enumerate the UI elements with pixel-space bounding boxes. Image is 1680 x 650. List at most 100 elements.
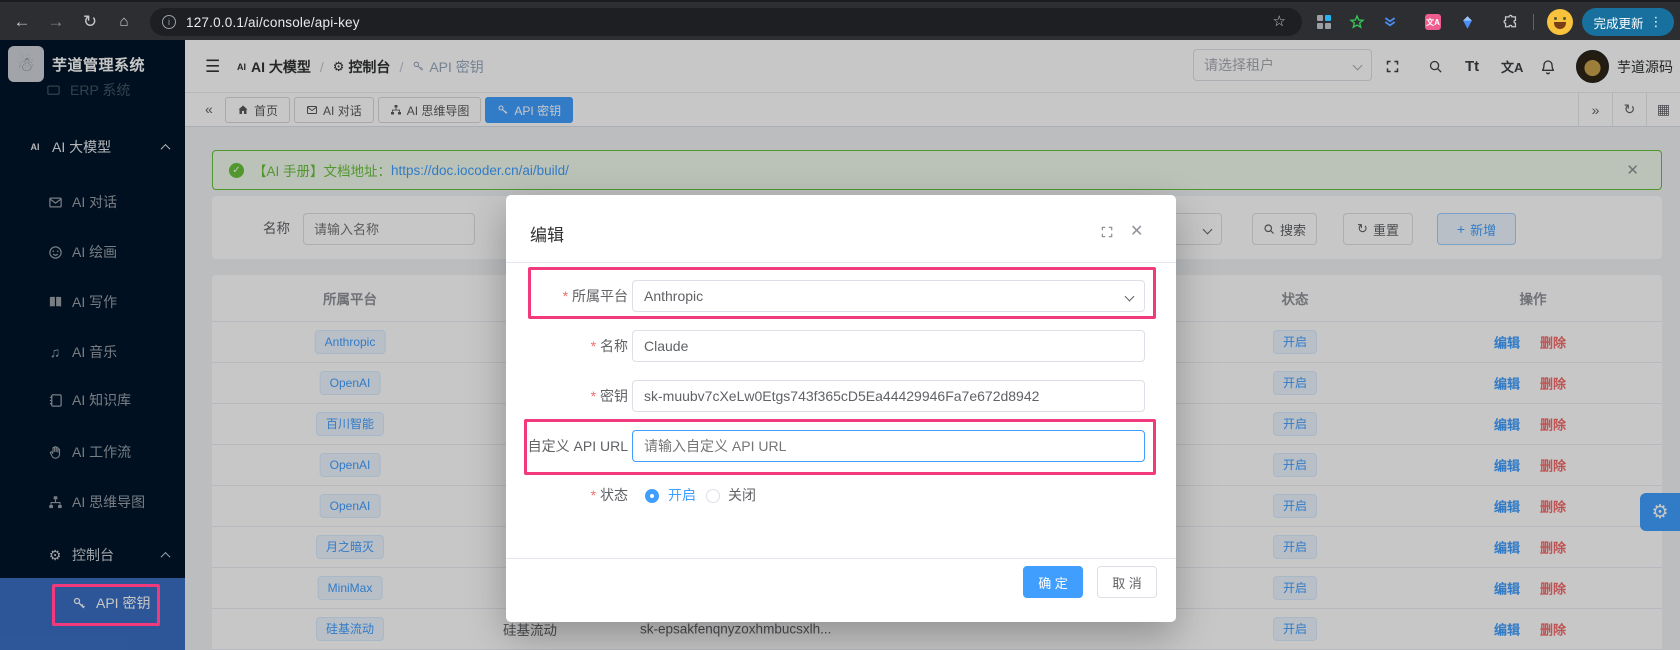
username[interactable]: 芋道源码	[1617, 40, 1673, 93]
name-input[interactable]	[632, 330, 1145, 362]
sidebar-item-ai-workflow[interactable]: AI 工作流	[0, 432, 185, 472]
sidebar-item-ai-knowledge[interactable]: AI 知识库	[0, 380, 185, 420]
dialog-title: 编辑	[530, 221, 564, 246]
envelope-icon	[46, 195, 64, 210]
cancel-button[interactable]: 取 消	[1097, 566, 1157, 598]
col-actions: 操作	[1520, 288, 1547, 308]
browser-update-button[interactable]: 完成更新 ⋮	[1582, 8, 1674, 36]
locale-icon[interactable]: 文A	[1501, 40, 1523, 93]
sidebar: ☃ 芋道管理系统 ERP 系统 AI AI 大模型 AI 对话 AI 绘画 AI…	[0, 40, 185, 650]
chevron-down-icon	[1203, 224, 1213, 234]
add-button[interactable]: + 新增	[1437, 213, 1516, 245]
browser-menu-dots-icon[interactable]: ⋮	[1650, 14, 1663, 30]
address-bar[interactable]: i 127.0.0.1/ai/console/api-key ☆	[150, 8, 1302, 36]
sidebar-item-ai-paint[interactable]: AI 绘画	[0, 232, 185, 272]
edit-link[interactable]: 编辑	[1494, 497, 1520, 516]
refresh-icon[interactable]: ↻	[1612, 93, 1646, 126]
edit-link[interactable]: 编辑	[1494, 333, 1520, 352]
tab-label: AI 对话	[323, 102, 362, 119]
edit-link[interactable]: 编辑	[1494, 579, 1520, 598]
status-tag: 开启	[1273, 535, 1317, 559]
delete-link[interactable]: 删除	[1540, 374, 1566, 393]
status-off-label[interactable]: 关闭	[728, 479, 756, 511]
extension-grid-icon[interactable]	[1315, 13, 1333, 31]
browser-reload-icon[interactable]: ↻	[76, 2, 104, 42]
theme-settings-button[interactable]: ⚙	[1640, 493, 1680, 531]
tab-api-key-active[interactable]: API 密钥	[485, 97, 573, 123]
sidebar-item-ai-music[interactable]: ♫ AI 音乐	[0, 332, 185, 372]
tab-label: 首页	[254, 102, 278, 119]
breadcrumb-console[interactable]: 控制台	[348, 57, 390, 77]
sidebar-item-label: AI 知识库	[72, 390, 131, 410]
platform-tag: 硅基流动	[316, 617, 384, 641]
sidebar-group-ai-model[interactable]: AI AI 大模型	[0, 127, 185, 167]
filter-name-input[interactable]	[303, 213, 475, 245]
fullscreen-icon[interactable]	[1385, 40, 1400, 93]
extensions-puzzle-icon[interactable]	[1501, 13, 1519, 31]
confirm-button[interactable]: 确 定	[1023, 566, 1083, 598]
col-platform: 所属平台	[323, 288, 377, 308]
bell-icon[interactable]	[1540, 40, 1556, 93]
dialog-close-icon[interactable]: ✕	[1130, 221, 1143, 241]
extension-chevrons-icon[interactable]	[1381, 13, 1399, 31]
extension-gem-icon[interactable]	[1458, 13, 1476, 31]
status-tag: 开启	[1273, 412, 1317, 436]
status-tag: 开启	[1273, 494, 1317, 518]
font-size-icon[interactable]: Tt	[1465, 40, 1479, 93]
sidebar-item-ai-chat[interactable]: AI 对话	[0, 182, 185, 222]
tenant-select[interactable]: 请选择租户	[1193, 49, 1372, 81]
sidebar-item-ai-mindmap[interactable]: AI 思维导图	[0, 482, 185, 522]
tab-home[interactable]: 首页	[225, 97, 290, 123]
status-radio-off[interactable]	[706, 488, 720, 504]
bookmark-star-icon[interactable]: ☆	[1273, 12, 1286, 30]
site-info-icon[interactable]: i	[162, 15, 176, 29]
edit-link[interactable]: 编辑	[1494, 415, 1520, 434]
sidebar-item-erp-partial[interactable]: ERP 系统	[0, 81, 185, 99]
tab-ai-mindmap[interactable]: AI 思维导图	[378, 97, 482, 123]
tab-ai-chat[interactable]: AI 对话	[294, 97, 374, 123]
tabs-scroll-left-icon[interactable]: «	[205, 101, 213, 117]
delete-link[interactable]: 删除	[1540, 415, 1566, 434]
edit-link[interactable]: 编辑	[1494, 620, 1520, 639]
delete-link[interactable]: 删除	[1540, 333, 1566, 352]
delete-link[interactable]: 删除	[1540, 538, 1566, 557]
browser-profile-avatar[interactable]	[1547, 9, 1573, 35]
edit-link[interactable]: 编辑	[1494, 538, 1520, 557]
hamburger-menu-icon[interactable]: ☰	[205, 40, 220, 93]
tabs-scroll-right-icon[interactable]: »	[1578, 93, 1612, 126]
delete-link[interactable]: 删除	[1540, 456, 1566, 475]
chevron-up-icon	[161, 143, 171, 153]
extension-star-icon[interactable]	[1348, 13, 1366, 31]
ai-badge-icon: AI	[26, 142, 44, 152]
breadcrumb-ai-model[interactable]: AI 大模型	[251, 57, 311, 77]
reset-button[interactable]: ↻ 重置	[1343, 213, 1413, 245]
user-avatar[interactable]	[1576, 50, 1609, 83]
breadcrumb-separator: /	[320, 59, 324, 75]
breadcrumb-api-key: API 密钥	[429, 57, 483, 77]
dialog-fullscreen-icon[interactable]	[1100, 225, 1114, 239]
sidebar-group-console[interactable]: ⚙ 控制台	[0, 535, 185, 575]
delete-link[interactable]: 删除	[1540, 620, 1566, 639]
sidebar-item-ai-writing[interactable]: AI 写作	[0, 282, 185, 322]
layout-grid-icon[interactable]: ▦	[1646, 93, 1680, 126]
status-radio-on[interactable]	[645, 488, 659, 504]
search-icon[interactable]	[1428, 40, 1443, 93]
edit-link[interactable]: 编辑	[1494, 456, 1520, 475]
extension-translate-icon[interactable]: 文A	[1424, 13, 1442, 31]
radio-unselected-icon	[706, 489, 720, 503]
browser-home-icon[interactable]: ⌂	[110, 2, 138, 42]
app-logo[interactable]: ☃ 芋道管理系统	[8, 46, 145, 82]
sidebar-item-label: AI 工作流	[72, 442, 131, 462]
key-input[interactable]	[632, 380, 1145, 412]
alert-doc-link[interactable]: https://doc.iocoder.cn/ai/build/	[391, 163, 569, 178]
browser-forward-icon[interactable]: →	[42, 2, 70, 42]
delete-link[interactable]: 删除	[1540, 497, 1566, 516]
delete-link[interactable]: 删除	[1540, 579, 1566, 598]
breadcrumb-separator: /	[399, 59, 403, 75]
browser-back-icon[interactable]: ←	[8, 2, 36, 42]
search-button[interactable]: 搜索	[1252, 213, 1317, 245]
ai-badge-icon: AI	[237, 62, 246, 72]
edit-link[interactable]: 编辑	[1494, 374, 1520, 393]
alert-close-icon[interactable]: ✕	[1626, 161, 1639, 179]
status-on-label[interactable]: 开启	[668, 479, 696, 511]
